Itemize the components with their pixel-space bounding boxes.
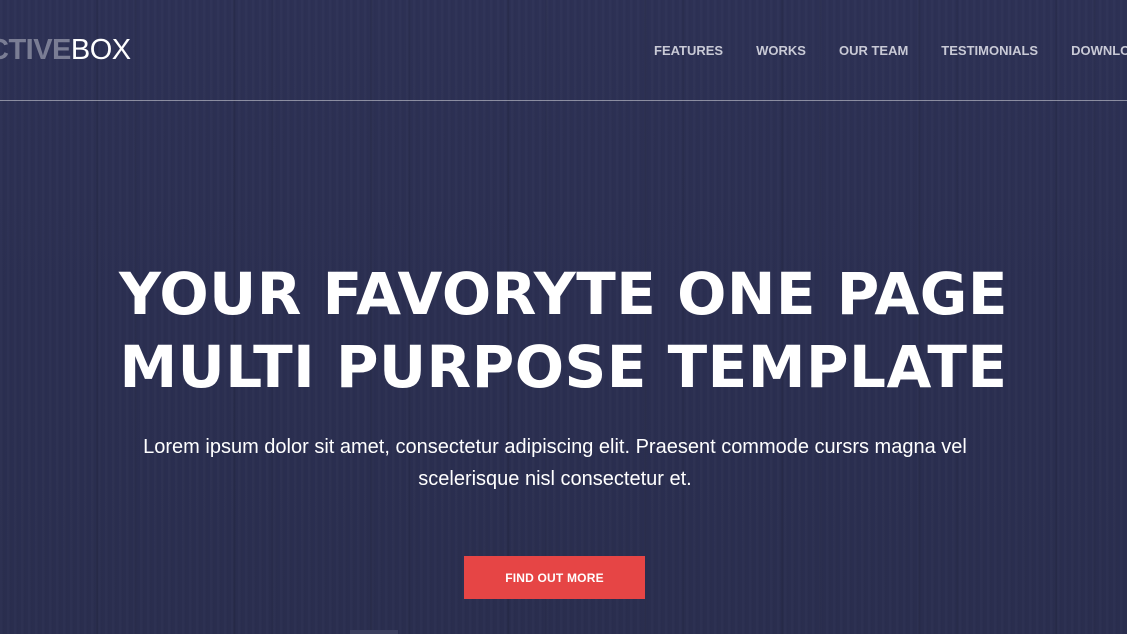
hero-title-line-1: YOUR FAVORYTE ONE PAGE — [118, 260, 1009, 328]
nav-link-download[interactable]: DOWNLOAD — [1071, 42, 1127, 60]
navbar: CTIVEBOX FEATURES WORKS OUR TEAM TESTIMO… — [0, 0, 1127, 101]
nav-link-works[interactable]: WORKS — [756, 42, 806, 60]
page: CTIVEBOX FEATURES WORKS OUR TEAM TESTIMO… — [0, 0, 1127, 634]
hero-description-line-1: Lorem ipsum dolor sit amet, consectetur … — [143, 436, 967, 458]
hero-title: YOUR FAVORYTE ONE PAGE MULTI PURPOSE TEM… — [0, 258, 1127, 404]
logo[interactable]: CTIVEBOX — [0, 33, 131, 67]
nav-link-testimonials[interactable]: TESTIMONIALS — [941, 42, 1038, 60]
hero-title-line-2: MULTI PURPOSE TEMPLATE — [119, 333, 1008, 401]
nav-link-our-team[interactable]: OUR TEAM — [839, 42, 908, 60]
nav-link-features[interactable]: FEATURES — [654, 42, 723, 60]
logo-active-text: CTIVE — [0, 34, 71, 66]
hero-description-line-2: scelerisque nisl consectetur et. — [418, 468, 692, 490]
main-nav: FEATURES WORKS OUR TEAM TESTIMONIALS DOW… — [654, 42, 1127, 60]
scroll-indicator[interactable] — [350, 630, 398, 634]
logo-box-text: BOX — [70, 34, 131, 66]
find-out-more-button[interactable]: FIND OUT MORE — [464, 556, 645, 599]
hero-description: Lorem ipsum dolor sit amet, consectetur … — [60, 431, 1050, 495]
